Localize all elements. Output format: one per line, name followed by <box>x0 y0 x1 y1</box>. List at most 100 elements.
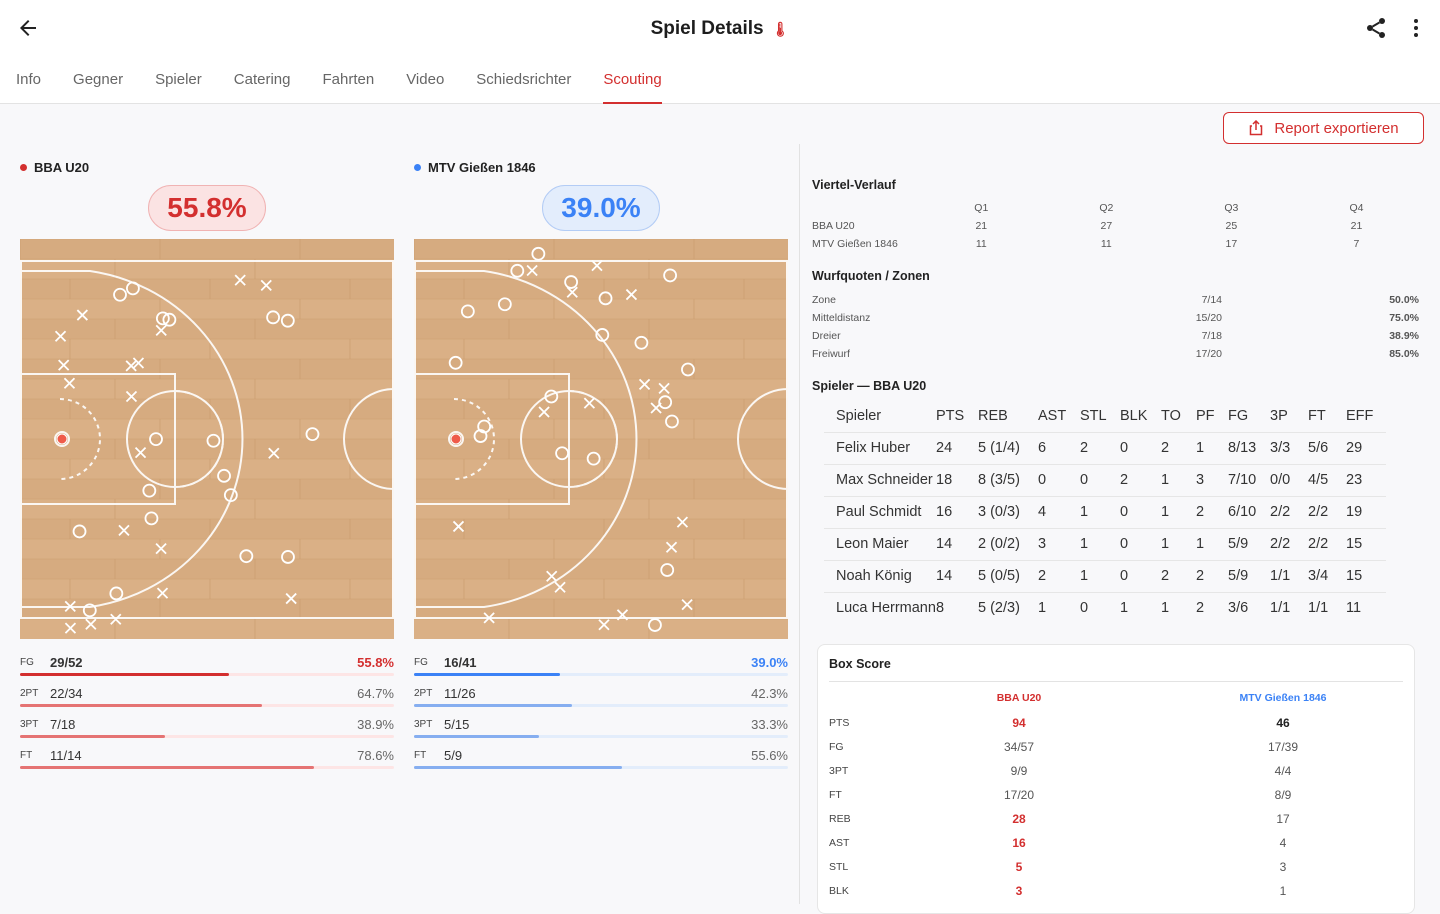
box-score-stat: BLK <box>829 885 849 897</box>
export-report-button[interactable]: Report exportieren <box>1223 112 1424 144</box>
export-report-label: Report exportieren <box>1274 119 1399 137</box>
team-name: BBA U20 <box>20 160 394 175</box>
zone-percent: 85.0% <box>1389 348 1419 360</box>
player-stat: 1 <box>1038 591 1080 624</box>
players-col-header: EFF <box>1346 408 1374 425</box>
player-stat: 14 <box>936 527 978 560</box>
team-color-dot <box>414 164 421 171</box>
player-row[interactable]: Leon Maier 14 2 (0/2) 3 1 0 1 1 5/9 2/2 2/2 15 <box>824 527 1386 560</box>
zone-name: Freiwurf <box>812 348 850 360</box>
quarter-score: 27 <box>1100 220 1113 232</box>
player-stat: 0 <box>1120 431 1161 464</box>
player-row[interactable]: Paul Schmidt 16 3 (0/3) 4 1 0 1 2 6/10 2/2 2/2 19 <box>824 495 1386 528</box>
stat-bar-track <box>20 673 394 676</box>
player-row[interactable]: Luca Herrmann 8 5 (2/3) 1 0 1 1 2 3/6 1/1 1/1 11 <box>824 591 1386 624</box>
tab-info[interactable]: Info <box>0 60 57 104</box>
stat-made-attempts: 16/41 <box>444 655 477 670</box>
zone-made: 15/20 <box>1195 312 1222 324</box>
team-shot-panel-away: MTV Gießen 1846 39.0% FG 16/41 39.0% 2PT … <box>414 160 788 771</box>
player-stat: 6 <box>1038 431 1080 464</box>
stat-bar-fill <box>414 673 560 676</box>
shooting-stats: FG 16/41 39.0% 2PT 11/26 42.3% 3PT 5/15 … <box>414 647 788 771</box>
player-stat: 0 <box>1038 463 1080 496</box>
player-stat: 2 <box>1196 495 1228 528</box>
player-stat: 16 <box>936 495 978 528</box>
tab-video[interactable]: Video <box>390 60 460 104</box>
player-stat: 5 (2/3) <box>978 591 1038 624</box>
tab-spieler[interactable]: Spieler <box>139 60 218 104</box>
player-name: Max Schneider <box>824 463 936 496</box>
box-score-row: STL 5 3 <box>829 856 1405 880</box>
player-stat: 1 <box>1080 527 1120 560</box>
player-stat: 15 <box>1346 559 1386 592</box>
player-stat: 3 <box>1196 463 1228 496</box>
zone-made: 7/18 <box>1201 330 1222 342</box>
quarter-score: 7 <box>1353 238 1360 250</box>
stat-row-fg: FG 29/52 55.8% <box>20 647 394 678</box>
zone-percent: 38.9% <box>1389 330 1419 342</box>
box-score-stat: FT <box>829 789 842 801</box>
player-stat: 1 <box>1161 527 1196 560</box>
box-score-value-b: 46 <box>1276 716 1290 730</box>
player-row[interactable]: Noah König 14 5 (0/5) 2 1 0 2 2 5/9 1/1 3/4 15 <box>824 559 1386 592</box>
player-stat: 3 (0/3) <box>978 495 1038 528</box>
tab-scouting[interactable]: Scouting <box>587 60 677 104</box>
player-stat: 2/2 <box>1308 527 1346 560</box>
quarters-title: Viertel-Verlauf <box>812 178 896 192</box>
player-stat: 1 <box>1196 527 1228 560</box>
stat-bar-fill <box>414 704 573 707</box>
shot-chart-court <box>414 239 788 639</box>
player-name: Paul Schmidt <box>824 495 936 528</box>
player-stat: 1/1 <box>1308 591 1346 624</box>
player-stat: 6/10 <box>1228 495 1270 528</box>
player-stat: 2 <box>1038 559 1080 592</box>
player-row[interactable]: Max Schneider 18 8 (3/5) 0 0 2 1 3 7/10 0/0 4/5 23 <box>824 463 1386 496</box>
stat-label: 3PT <box>414 719 433 730</box>
zone-name: Zone <box>812 294 836 306</box>
stat-row-2pt: 2PT 22/34 64.7% <box>20 678 394 709</box>
box-score-row: REB 28 17 <box>829 808 1405 832</box>
player-stat: 2/2 <box>1270 527 1308 560</box>
player-stat: 29 <box>1346 431 1386 464</box>
box-score-value-a: 16 <box>1012 836 1026 850</box>
stat-bar-fill <box>20 766 314 769</box>
stat-percent: 55.6% <box>751 748 788 763</box>
player-row[interactable]: Felix Huber 24 5 (1/4) 6 2 0 2 1 8/13 3/3 5/6 29 <box>824 431 1386 464</box>
zone-made: 7/14 <box>1201 294 1222 306</box>
zone-percent: 50.0% <box>1389 294 1419 306</box>
stat-bar-track <box>414 766 788 769</box>
player-stat: 8 (3/5) <box>978 463 1038 496</box>
quarter-score: 11 <box>1100 238 1112 250</box>
player-stat: 1 <box>1161 463 1196 496</box>
box-score-value-b: 4 <box>1279 836 1287 850</box>
share-icon[interactable] <box>1364 16 1388 40</box>
more-vert-icon[interactable] <box>1404 16 1428 40</box>
stat-percent: 78.6% <box>357 748 394 763</box>
player-stat: 8 <box>936 591 978 624</box>
player-stat: 11 <box>1346 591 1386 624</box>
player-stat: 3 <box>1038 527 1080 560</box>
box-score-value-a: 34/57 <box>1003 740 1035 754</box>
stat-bar-track <box>414 673 788 676</box>
zone-row: Zone 7/14 50.0% <box>812 291 1419 309</box>
player-stat: 1 <box>1080 559 1120 592</box>
players-col-header: Spieler <box>836 408 882 425</box>
box-score-row: PTS 94 46 <box>829 712 1405 736</box>
tab-schiedsrichter[interactable]: Schiedsrichter <box>460 60 587 104</box>
box-score-stat: AST <box>829 837 850 849</box>
player-stat: 3/4 <box>1308 559 1346 592</box>
player-stat: 0 <box>1080 591 1120 624</box>
quarter-team: BBA U20 <box>812 220 855 232</box>
box-score-stat: FG <box>829 741 844 753</box>
shot-chart-court <box>20 239 394 639</box>
player-stat: 3/6 <box>1228 591 1270 624</box>
tab-catering[interactable]: Catering <box>218 60 307 104</box>
tab-fahrten[interactable]: Fahrten <box>306 60 390 104</box>
box-score-team-a: BBA U20 <box>996 692 1042 704</box>
tab-gegner[interactable]: Gegner <box>57 60 139 104</box>
quarter-score: 11 <box>975 238 987 250</box>
quarter-score: 21 <box>1350 220 1363 232</box>
player-stat: 1 <box>1161 591 1196 624</box>
player-stat: 4/5 <box>1308 463 1346 496</box>
quarters-table: Q1 Q2 Q3 Q4 BBA U20 21 27 25 21 MTV Gießen 1846 11… <box>812 199 1419 253</box>
